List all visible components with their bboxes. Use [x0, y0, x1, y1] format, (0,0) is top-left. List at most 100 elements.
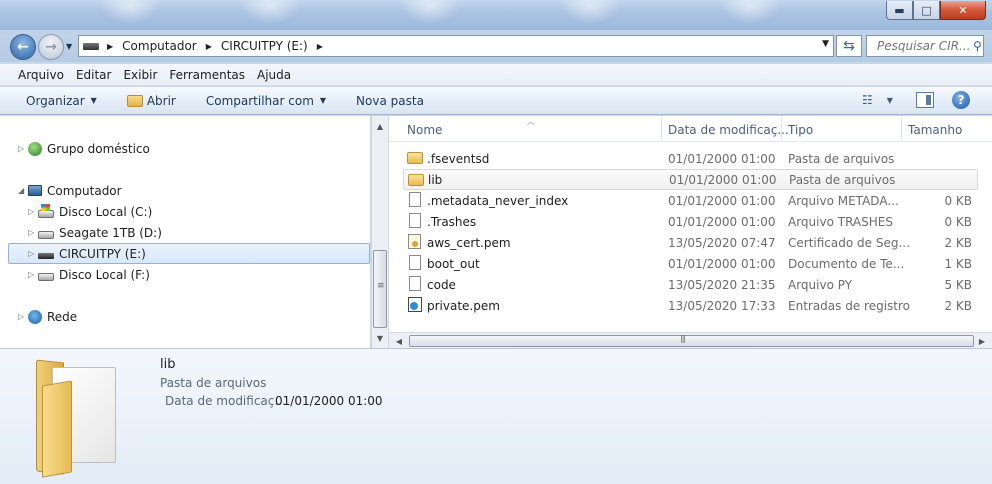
- nav-label: Disco Local (F:): [59, 267, 150, 282]
- expand-arrow-icon[interactable]: ▷: [28, 207, 38, 216]
- nav-drive-e[interactable]: ▷ CIRCUITPY (E:): [8, 243, 370, 264]
- nav-drive-f[interactable]: ▷ Disco Local (F:): [28, 264, 150, 285]
- file-size: 1 KB: [944, 256, 972, 271]
- file-date: 01/01/2000 01:00: [668, 193, 776, 208]
- scroll-up-arrow-icon[interactable]: ▲: [372, 118, 388, 134]
- scroll-right-arrow-icon[interactable]: ▶: [974, 333, 990, 349]
- file-size: 2 KB: [944, 235, 972, 250]
- file-size: 5 KB: [944, 277, 972, 292]
- column-type[interactable]: Tipo: [788, 123, 813, 137]
- close-button[interactable]: ✕: [940, 1, 986, 20]
- column-divider[interactable]: [781, 118, 782, 140]
- file-name: .metadata_never_index: [427, 193, 569, 208]
- scroll-down-arrow-icon[interactable]: ▼: [372, 330, 388, 346]
- nav-computer[interactable]: ◢ Computador: [18, 180, 122, 201]
- column-name[interactable]: Nome: [407, 123, 442, 137]
- table-row[interactable]: aws_cert.pem 13/05/2020 07:47 Certificad…: [403, 232, 978, 253]
- help-button[interactable]: ?: [952, 91, 970, 109]
- column-size[interactable]: Tamanho: [908, 123, 962, 137]
- address-bar[interactable]: ▶ Computador ▶ CIRCUITPY (E:) ▶ ▼: [78, 35, 834, 57]
- column-divider[interactable]: [901, 118, 902, 140]
- file-icon: [409, 213, 421, 228]
- refresh-button[interactable]: ⇆: [836, 35, 862, 57]
- sort-ascending-icon: ︿: [527, 117, 535, 126]
- navigation-scrollbar[interactable]: ▲ ▼: [371, 116, 388, 348]
- large-folder-icon: [36, 353, 120, 478]
- column-header: ︿ Nome Data de modificaç... Tipo Tamanho: [389, 116, 992, 142]
- nav-network[interactable]: ▷ Rede: [18, 306, 77, 327]
- breadcrumb-arrow-icon[interactable]: ▶: [317, 42, 323, 51]
- table-row[interactable]: private.pem 13/05/2020 17:33 Entradas de…: [403, 295, 978, 316]
- menu-bar: Arquivo Editar Exibir Ferramentas Ajuda: [0, 64, 992, 86]
- glass-reflection: [240, 0, 300, 24]
- forward-button[interactable]: →: [38, 34, 64, 60]
- nav-drive-c[interactable]: ▷ Disco Local (C:): [28, 201, 152, 222]
- breadcrumb-circuitpy[interactable]: CIRCUITPY (E:): [220, 39, 309, 53]
- preview-pane-button[interactable]: [916, 92, 934, 108]
- file-name: boot_out: [427, 256, 480, 271]
- details-name: lib: [160, 357, 176, 372]
- file-type: Arquivo METADA...: [788, 193, 899, 208]
- open-folder-icon: [126, 94, 143, 107]
- table-row[interactable]: code 13/05/2020 21:35 Arquivo PY 5 KB: [403, 274, 978, 295]
- glass-reflection: [400, 0, 460, 24]
- file-type: Entradas de registro: [788, 298, 911, 313]
- share-button[interactable]: Compartilhar com ▼: [206, 94, 326, 108]
- table-row[interactable]: lib 01/01/2000 01:00 Pasta de arquivos: [403, 169, 978, 190]
- breadcrumb-arrow-icon[interactable]: ▶: [107, 42, 113, 51]
- scrollbar-thumb[interactable]: [373, 250, 387, 328]
- menu-arquivo[interactable]: Arquivo: [18, 68, 64, 82]
- file-date: 01/01/2000 01:00: [669, 172, 777, 187]
- file-size: 0 KB: [944, 193, 972, 208]
- menu-ferramentas[interactable]: Ferramentas: [169, 68, 245, 82]
- file-name: private.pem: [427, 298, 500, 313]
- details-date-value[interactable]: 01/01/2000 01:00: [275, 394, 383, 408]
- new-folder-button[interactable]: Nova pasta: [356, 94, 424, 108]
- expand-arrow-icon[interactable]: ▷: [28, 249, 38, 258]
- scrollbar-thumb[interactable]: [409, 334, 974, 347]
- file-list-horizontal-scrollbar[interactable]: ◀ ▶: [389, 332, 992, 348]
- table-row[interactable]: boot_out 01/01/2000 01:00 Documento de T…: [403, 253, 978, 274]
- address-dropdown-icon[interactable]: ▼: [822, 39, 829, 49]
- table-row[interactable]: .Trashes 01/01/2000 01:00 Arquivo TRASHE…: [403, 211, 978, 232]
- recent-pages-dropdown[interactable]: ▼: [66, 42, 72, 51]
- file-size: 0 KB: [944, 214, 972, 229]
- file-name: aws_cert.pem: [427, 235, 511, 250]
- column-date[interactable]: Data de modificaç...: [668, 123, 789, 137]
- menu-ajuda[interactable]: Ajuda: [257, 68, 291, 82]
- title-bar[interactable]: ▬ □ ✕: [0, 0, 992, 30]
- maximize-button[interactable]: □: [913, 1, 940, 20]
- usb-drive-icon: [38, 253, 54, 259]
- menu-exibir[interactable]: Exibir: [123, 68, 157, 82]
- menu-editar[interactable]: Editar: [76, 68, 112, 82]
- search-input[interactable]: [875, 38, 971, 54]
- table-row[interactable]: .metadata_never_index 01/01/2000 01:00 A…: [403, 190, 978, 211]
- change-view-button[interactable]: ☷ ▼: [862, 93, 893, 107]
- open-button[interactable]: Abrir: [126, 94, 176, 108]
- table-row[interactable]: .fseventsd 01/01/2000 01:00 Pasta de arq…: [403, 148, 978, 169]
- expand-arrow-icon[interactable]: ▷: [28, 270, 38, 279]
- nav-label: CIRCUITPY (E:): [59, 246, 146, 261]
- minimize-button[interactable]: ▬: [886, 1, 913, 20]
- expand-arrow-icon[interactable]: ▷: [28, 228, 38, 237]
- file-name: .Trashes: [427, 214, 477, 229]
- scroll-left-arrow-icon[interactable]: ◀: [391, 333, 407, 349]
- organize-button[interactable]: Organizar ▼: [26, 94, 97, 108]
- glass-reflection: [100, 0, 160, 24]
- nav-homegroup[interactable]: ▷ Grupo doméstico: [18, 138, 150, 159]
- breadcrumb-computador[interactable]: Computador: [121, 39, 198, 53]
- search-icon[interactable]: ⚲: [973, 39, 982, 53]
- homegroup-icon: [28, 141, 42, 156]
- navigation-pane: ▷ Grupo doméstico ◢ Computador ▷ Disco L…: [0, 116, 370, 348]
- column-divider[interactable]: [661, 118, 662, 140]
- back-button[interactable]: ←: [10, 34, 36, 60]
- file-date: 01/01/2000 01:00: [668, 256, 776, 271]
- collapse-arrow-icon[interactable]: ◢: [18, 186, 28, 195]
- expand-arrow-icon[interactable]: ▷: [18, 312, 28, 321]
- expand-arrow-icon[interactable]: ▷: [18, 144, 28, 153]
- nav-drive-d[interactable]: ▷ Seagate 1TB (D:): [28, 222, 162, 243]
- nav-label: Computador: [47, 183, 122, 198]
- file-name: code: [427, 277, 456, 292]
- nav-label: Seagate 1TB (D:): [59, 225, 162, 240]
- breadcrumb-arrow-icon[interactable]: ▶: [206, 42, 212, 51]
